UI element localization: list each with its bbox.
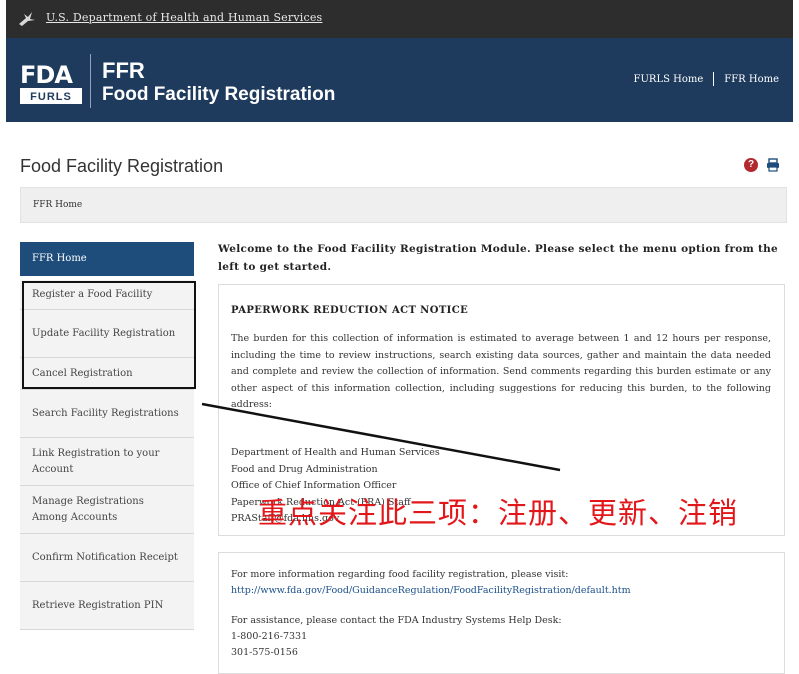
helpdesk-phone-2: 301-575-0156 <box>231 647 298 658</box>
sidebar-item-label: Retrieve Registration PIN <box>32 599 164 611</box>
annotation-text: 重点关注此三项：注册、更新、注销 <box>258 496 739 530</box>
header-link-divider <box>713 72 715 86</box>
sidebar-item-confirm[interactable]: Confirm Notification Receipt <box>20 534 194 582</box>
highlight-box <box>22 281 196 389</box>
sidebar-item-manage[interactable]: Manage Registrations Among Accounts <box>20 486 194 534</box>
app-long-title: Food Facility Registration <box>102 84 336 105</box>
app-header: FDA FURLS FFR Food Facility Registration… <box>6 38 793 122</box>
logo-furls-text: FURLS <box>20 90 82 104</box>
hhs-eagle-icon <box>19 12 35 26</box>
printer-icon[interactable] <box>766 158 780 172</box>
welcome-text: Welcome to the Food Facility Registratio… <box>218 243 779 273</box>
fda-furls-logo[interactable]: FDA FURLS <box>20 62 82 104</box>
question-circle-icon[interactable]: ? <box>744 158 758 172</box>
sidebar-item-label: Search Facility Registrations <box>32 407 179 419</box>
assistance-text: For assistance, please contact the FDA I… <box>231 615 562 626</box>
page-title: Food Facility Registration <box>20 156 224 176</box>
sidebar-item-label: Link Registration to your Account <box>32 447 160 475</box>
sidebar-item-label: Manage Registrations Among Accounts <box>32 495 144 523</box>
info-box: For more information regarding food faci… <box>218 552 785 674</box>
breadcrumb-ffr-home[interactable]: FFR Home <box>33 200 82 210</box>
helpdesk-phone-1: 1-800-216-7331 <box>231 631 308 642</box>
paperwork-heading: PAPERWORK REDUCTION ACT NOTICE <box>231 305 469 316</box>
address-line: Food and Drug Administration <box>231 463 378 475</box>
header-divider <box>90 54 91 108</box>
furls-home-link[interactable]: FURLS Home <box>634 74 704 85</box>
sidebar-item-search[interactable]: Search Facility Registrations <box>20 390 194 438</box>
sidebar-item-retrieve-pin[interactable]: Retrieve Registration PIN <box>20 582 194 630</box>
sidebar-item-link[interactable]: Link Registration to your Account <box>20 438 194 486</box>
logo-fda-text: FDA <box>20 62 82 90</box>
hhs-bar: U.S. Department of Health and Human Serv… <box>6 0 793 38</box>
hhs-link[interactable]: U.S. Department of Health and Human Serv… <box>46 11 322 24</box>
ffr-home-link[interactable]: FFR Home <box>724 74 779 85</box>
paperwork-body: The burden for this collection of inform… <box>231 333 771 410</box>
sidebar-item-label: Confirm Notification Receipt <box>32 551 178 563</box>
breadcrumb: FFR Home <box>20 187 787 223</box>
header-links: FURLS Home FFR Home <box>634 72 779 86</box>
more-info-text: For more information regarding food faci… <box>231 569 569 580</box>
address-line: Department of Health and Human Services <box>231 447 440 458</box>
sidebar-item-label: FFR Home <box>32 253 87 264</box>
ffr-guidance-link[interactable]: http://www.fda.gov/Food/GuidanceRegulati… <box>231 585 631 596</box>
browser-frame: U.S. Department of Health and Human Serv… <box>6 0 793 674</box>
sidebar-item-ffr-home[interactable]: FFR Home <box>20 242 194 276</box>
app-short-title: FFR <box>102 58 145 83</box>
